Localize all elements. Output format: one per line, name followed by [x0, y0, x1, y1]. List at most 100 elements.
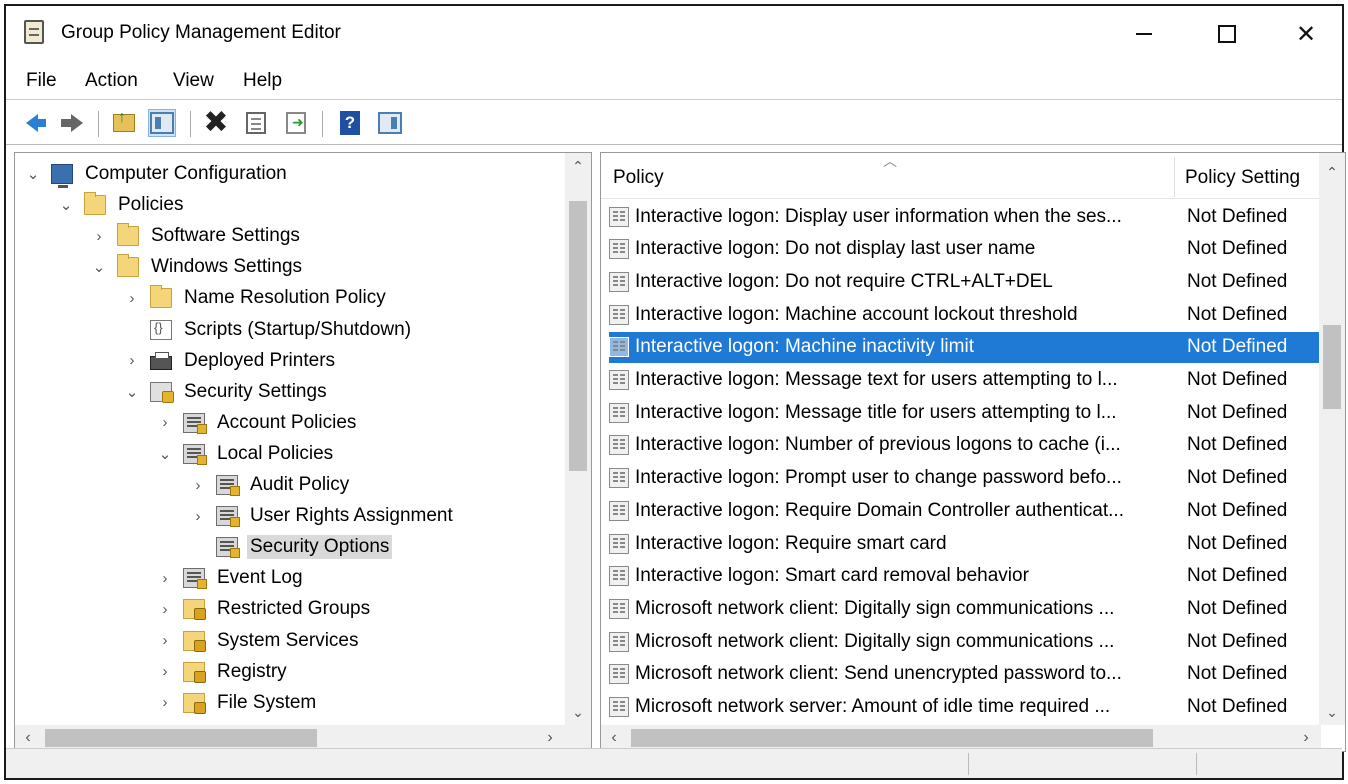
chevron-right-icon[interactable]: › — [157, 601, 173, 618]
policy-row[interactable]: Microsoft network client: Digitally sign… — [609, 593, 1321, 624]
scroll-up-icon[interactable]: ⌃ — [1319, 159, 1345, 185]
tree-item[interactable]: › Audit Policy — [190, 470, 352, 500]
policy-row[interactable]: Microsoft network client: Digitally sign… — [609, 626, 1321, 657]
policy-setting-icon — [609, 631, 629, 652]
policy-row[interactable]: Interactive logon: Do not display last u… — [609, 234, 1321, 265]
printer-icon — [150, 351, 172, 370]
chevron-down-icon[interactable]: ⌄ — [58, 197, 74, 214]
policy-setting-value: Not Defined — [1187, 434, 1288, 456]
scroll-thumb[interactable] — [631, 729, 1153, 747]
tree-item-label: System Services — [217, 629, 359, 651]
chevron-down-icon[interactable]: ⌄ — [124, 384, 140, 401]
policy-row[interactable]: Interactive logon: Smart card removal be… — [609, 561, 1321, 592]
close-icon: ✕ — [1295, 20, 1317, 48]
tree-item[interactable]: › Restricted Groups — [157, 594, 373, 624]
tree-item-label: Scripts (Startup/Shutdown) — [184, 318, 412, 340]
chevron-down-icon[interactable]: ⌄ — [91, 259, 107, 276]
show-hide-tree-button[interactable] — [148, 109, 176, 137]
chevron-right-icon[interactable]: › — [190, 508, 206, 525]
policy-row[interactable]: Interactive logon: Require Domain Contro… — [609, 495, 1321, 526]
maximize-button[interactable] — [1207, 16, 1247, 52]
tree-item[interactable]: Security Options — [190, 532, 393, 562]
policy-setting-value: Not Defined — [1187, 663, 1288, 685]
scroll-thumb[interactable] — [569, 201, 587, 471]
tree-item[interactable]: ⌄ Local Policies — [157, 439, 336, 469]
policy-row[interactable]: Interactive logon: Prompt user to change… — [609, 463, 1321, 494]
properties-button[interactable] — [242, 109, 270, 137]
column-header-policy-setting[interactable]: Policy Setting — [1185, 167, 1300, 189]
policy-row[interactable]: Microsoft network server: Amount of idle… — [609, 692, 1321, 723]
column-divider[interactable] — [1174, 157, 1175, 197]
menu-help[interactable]: Help — [243, 70, 282, 92]
tree-item[interactable]: › File System — [157, 688, 319, 718]
policy-setting-value: Not Defined — [1187, 467, 1288, 489]
policy-row[interactable]: Interactive logon: Require smart card Not… — [609, 528, 1321, 559]
policy-row[interactable]: Microsoft network client: Send unencrypt… — [609, 659, 1321, 690]
forward-button[interactable] — [58, 109, 86, 137]
policy-row[interactable]: Interactive logon: Message title for use… — [609, 397, 1321, 428]
console-tree[interactable]: ⌄ Computer Configuration ⌄ Policies › Softwar… — [14, 152, 592, 752]
up-one-level-button[interactable] — [110, 109, 138, 137]
policy-setting-icon — [609, 697, 629, 717]
list-vertical-scrollbar[interactable]: ⌃ ⌄ — [1319, 153, 1345, 725]
lock-folder-icon — [183, 661, 206, 683]
tree-item[interactable]: › Software Settings — [91, 221, 303, 251]
chevron-right-icon[interactable]: › — [91, 228, 107, 245]
chevron-down-icon[interactable]: ⌄ — [157, 446, 173, 463]
title-bar[interactable]: Group Policy Management Editor ✕ — [6, 6, 1342, 62]
tree-item[interactable]: › User Rights Assignment — [190, 501, 456, 531]
tree-item[interactable]: › Deployed Printers — [124, 346, 338, 376]
close-button[interactable]: ✕ — [1286, 16, 1326, 52]
tree-item[interactable]: › Name Resolution Policy — [124, 283, 389, 313]
tree-item[interactable]: › Account Policies — [157, 408, 359, 438]
policy-row[interactable]: Interactive logon: Display user informat… — [609, 201, 1321, 232]
scroll-up-icon[interactable]: ⌃ — [565, 153, 591, 179]
show-action-pane-button[interactable] — [376, 109, 404, 137]
column-header-policy[interactable]: Policy — [613, 167, 664, 189]
menu-action[interactable]: Action — [85, 70, 138, 92]
export-list-button[interactable] — [282, 109, 310, 137]
scroll-down-icon[interactable]: ⌄ — [1319, 699, 1345, 725]
scroll-thumb[interactable] — [45, 729, 317, 747]
policy-setting-value: Not Defined — [1187, 630, 1288, 652]
minimize-button[interactable] — [1124, 16, 1164, 52]
toolbar-separator — [322, 111, 323, 137]
chevron-right-icon[interactable]: › — [157, 414, 173, 431]
back-button[interactable] — [18, 109, 46, 137]
chevron-right-icon[interactable]: › — [157, 632, 173, 649]
tree-item[interactable]: Scripts (Startup/Shutdown) — [124, 315, 414, 345]
policy-row[interactable]: Interactive logon: Message text for user… — [609, 365, 1321, 396]
chevron-right-icon[interactable]: › — [157, 694, 173, 711]
tree-item[interactable]: ⌄ Windows Settings — [91, 252, 305, 282]
scroll-down-icon[interactable]: ⌄ — [565, 699, 591, 725]
scroll-thumb[interactable] — [1323, 325, 1341, 409]
policy-setting-value: Not Defined — [1187, 401, 1288, 423]
chevron-right-icon[interactable]: › — [157, 570, 173, 587]
folder-icon — [84, 192, 106, 216]
help-button[interactable]: ? — [336, 109, 364, 137]
tree-item[interactable]: › Event Log — [157, 563, 306, 593]
menu-file[interactable]: File — [26, 70, 57, 92]
delete-button[interactable]: ✖ — [202, 108, 230, 138]
policy-row[interactable]: Interactive logon: Number of previous lo… — [609, 430, 1321, 461]
folder-icon — [150, 285, 172, 309]
chevron-right-icon[interactable]: › — [157, 663, 173, 680]
tree-item[interactable]: ⌄ Policies — [58, 190, 186, 220]
chevron-right-icon[interactable]: › — [190, 477, 206, 494]
tree-vertical-scrollbar[interactable]: ⌃ ⌄ — [565, 153, 591, 725]
tree-item[interactable]: ⌄ Computer Configuration — [25, 159, 290, 189]
policy-row[interactable]: Interactive logon: Machine inactivity li… — [609, 331, 1321, 363]
policy-row[interactable]: Interactive logon: Machine account locko… — [609, 299, 1321, 330]
chevron-down-icon[interactable]: ⌄ — [25, 166, 41, 183]
policy-list[interactable]: ︿ Policy Policy Setting Interactive logo… — [600, 152, 1346, 752]
tree-item[interactable]: ⌄ Security Settings — [124, 377, 330, 407]
menu-view[interactable]: View — [173, 70, 214, 92]
tree-item[interactable]: › Registry — [157, 657, 290, 687]
chevron-right-icon[interactable]: › — [124, 290, 140, 307]
properties-icon — [246, 112, 266, 134]
tree-item[interactable]: › System Services — [157, 626, 361, 656]
policy-row[interactable]: Interactive logon: Do not require CTRL+A… — [609, 266, 1321, 297]
chevron-right-icon[interactable]: › — [124, 352, 140, 369]
policy-name: Interactive logon: Machine inactivity li… — [635, 336, 974, 358]
